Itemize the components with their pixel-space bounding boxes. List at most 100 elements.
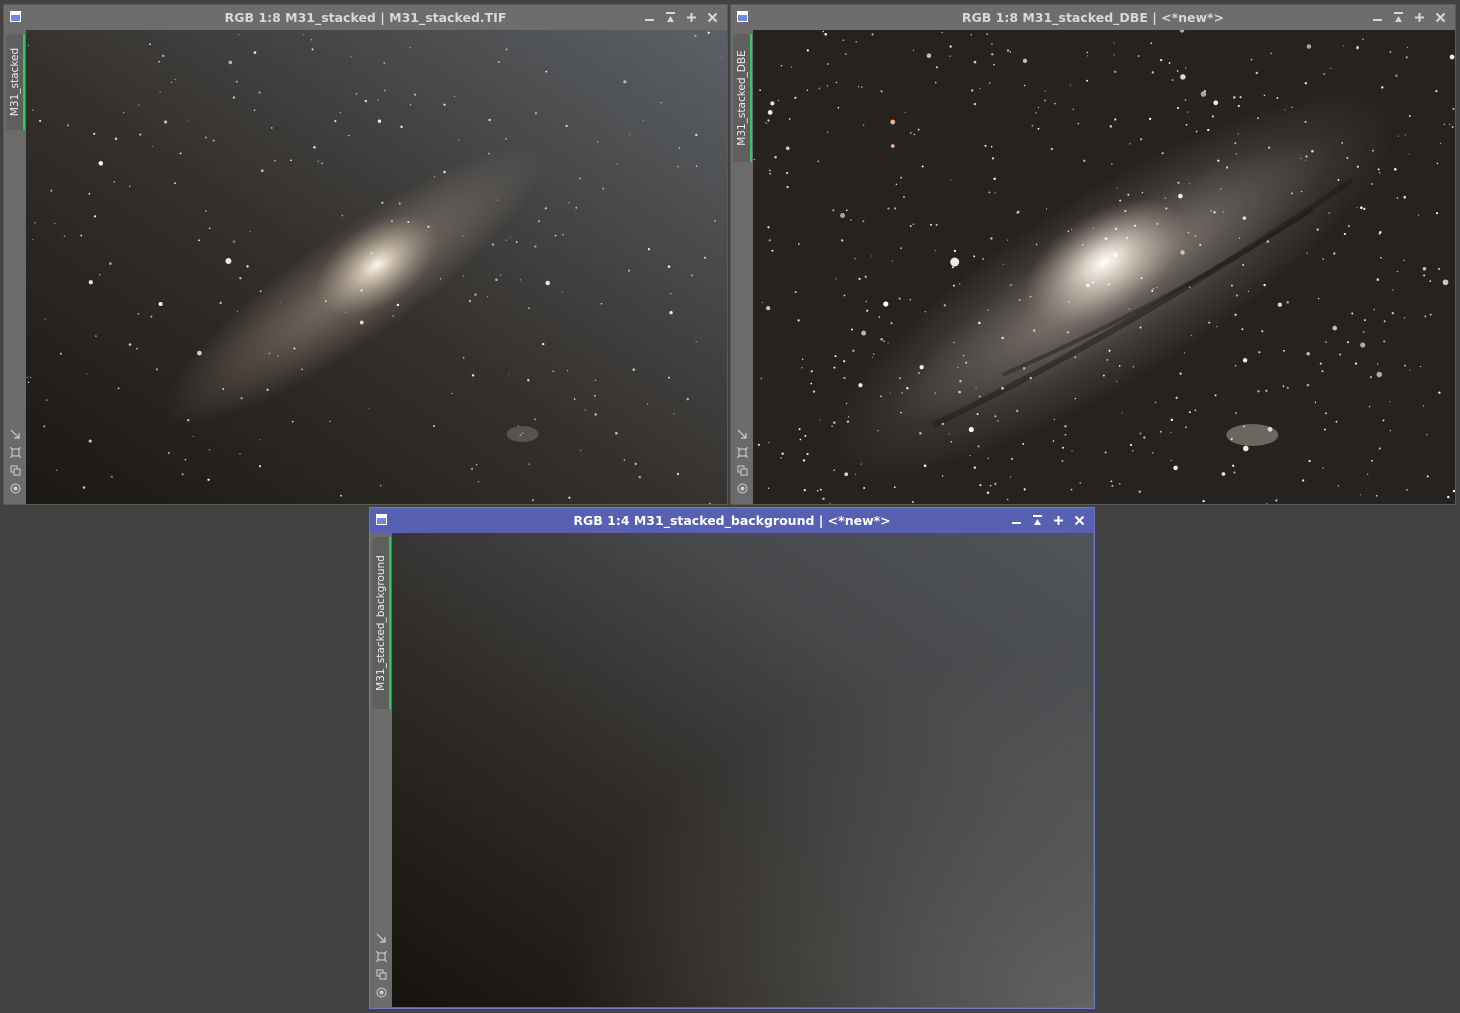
image-window-original[interactable]: RGB 1:8 M31_stacked | M31_stacked.TIF M3…	[3, 4, 728, 505]
star	[991, 157, 995, 160]
star	[1185, 124, 1188, 126]
view-tab[interactable]: M31_stacked_DBE	[733, 34, 752, 162]
auto-stretch-icon[interactable]	[370, 930, 392, 948]
star	[95, 335, 97, 337]
clone-icon[interactable]	[731, 462, 753, 480]
maximize-icon[interactable]	[1048, 508, 1069, 533]
star	[197, 350, 202, 356]
star	[1190, 334, 1192, 336]
view-tab[interactable]: M31_stacked_background	[372, 537, 391, 709]
star	[817, 160, 819, 162]
star	[953, 341, 955, 344]
star	[1200, 91, 1207, 97]
star	[1129, 143, 1131, 145]
shade-icon[interactable]	[1388, 5, 1409, 30]
star	[694, 34, 697, 37]
close-icon[interactable]	[702, 5, 723, 30]
star	[1403, 259, 1405, 262]
window-titlebar[interactable]: RGB 1:4 M31_stacked_background | <*new*>	[370, 508, 1094, 533]
star	[34, 221, 36, 224]
image-view[interactable]	[753, 30, 1455, 504]
clone-icon[interactable]	[370, 966, 392, 984]
minimize-icon[interactable]	[1006, 508, 1027, 533]
star	[670, 292, 672, 295]
fit-view-icon[interactable]	[731, 444, 753, 462]
close-icon[interactable]	[1069, 508, 1090, 533]
star	[1378, 232, 1381, 235]
star	[919, 365, 924, 370]
star	[528, 307, 530, 310]
image-window-background[interactable]: RGB 1:4 M31_stacked_background | <*new*>…	[369, 507, 1095, 1009]
star	[339, 111, 342, 114]
star	[1346, 341, 1349, 344]
star	[934, 250, 936, 252]
shade-icon[interactable]	[660, 5, 681, 30]
star	[433, 176, 436, 178]
window-menu-icon[interactable]	[737, 11, 748, 22]
image-canvas-dbe	[753, 30, 1455, 504]
star	[1322, 467, 1324, 469]
star	[1161, 152, 1164, 155]
star	[1426, 434, 1428, 436]
star	[1408, 115, 1411, 118]
window-menu-icon[interactable]	[376, 514, 387, 525]
image-view[interactable]	[26, 30, 727, 504]
star	[204, 210, 207, 212]
star	[969, 454, 971, 457]
star	[1104, 237, 1108, 240]
star	[1232, 464, 1235, 467]
star	[1409, 369, 1411, 371]
star	[986, 33, 989, 36]
star	[554, 234, 557, 237]
window-titlebar[interactable]: RGB 1:8 M31_stacked_DBE | <*new*>	[731, 5, 1455, 30]
star	[904, 112, 906, 114]
star	[198, 239, 201, 242]
star	[794, 96, 797, 99]
star	[505, 48, 508, 51]
star	[798, 428, 801, 431]
star	[790, 66, 793, 68]
fit-view-icon[interactable]	[4, 444, 26, 462]
window-title: RGB 1:8 M31_stacked | M31_stacked.TIF	[224, 10, 507, 25]
close-icon[interactable]	[1430, 5, 1451, 30]
shade-icon[interactable]	[1027, 508, 1048, 533]
star	[1188, 411, 1191, 414]
star	[834, 355, 837, 358]
star	[541, 342, 545, 346]
star	[1009, 476, 1012, 478]
star	[594, 413, 597, 416]
image-view[interactable]	[392, 533, 1093, 1007]
minimize-icon[interactable]	[639, 5, 660, 30]
fit-view-icon[interactable]	[370, 948, 392, 966]
star	[1389, 430, 1392, 432]
star	[707, 31, 710, 34]
window-menu-icon[interactable]	[10, 11, 21, 22]
star	[1438, 391, 1441, 394]
star	[1116, 187, 1118, 189]
star	[1406, 489, 1408, 491]
view-tab[interactable]: M31_stacked	[6, 34, 25, 130]
window-titlebar[interactable]: RGB 1:8 M31_stacked | M31_stacked.TIF	[4, 5, 727, 30]
star	[1044, 99, 1046, 102]
star	[519, 279, 522, 281]
mask-icon[interactable]	[370, 984, 392, 1002]
star	[562, 233, 565, 236]
star	[900, 176, 903, 179]
star	[760, 377, 763, 380]
star	[321, 162, 324, 165]
star	[827, 131, 829, 133]
star	[1426, 475, 1429, 478]
star	[1203, 89, 1207, 93]
minimize-icon[interactable]	[1367, 5, 1388, 30]
maximize-icon[interactable]	[1409, 5, 1430, 30]
mask-icon[interactable]	[731, 480, 753, 498]
auto-stretch-icon[interactable]	[731, 426, 753, 444]
maximize-icon[interactable]	[681, 5, 702, 30]
mask-icon[interactable]	[4, 480, 26, 498]
star	[1363, 331, 1365, 333]
image-window-dbe[interactable]: RGB 1:8 M31_stacked_DBE | <*new*> M31_st…	[730, 4, 1456, 505]
star	[861, 330, 867, 336]
clone-icon[interactable]	[4, 462, 26, 480]
auto-stretch-icon[interactable]	[4, 426, 26, 444]
star	[943, 304, 946, 307]
